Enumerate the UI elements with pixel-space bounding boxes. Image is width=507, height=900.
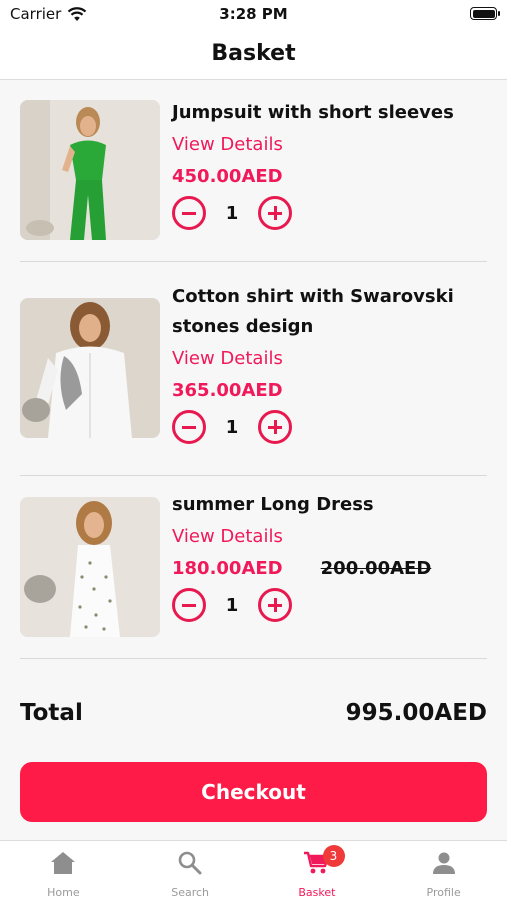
decrease-quantity-button[interactable] xyxy=(172,196,206,230)
increase-quantity-button[interactable] xyxy=(258,196,292,230)
product-image[interactable] xyxy=(20,100,160,240)
product-price: 450.00AED xyxy=(172,166,283,187)
product-info: Cotton shirt with Swarovski stones desig… xyxy=(172,282,487,444)
total-label: Total xyxy=(20,700,83,726)
view-details-link[interactable]: View Details xyxy=(172,522,487,552)
page-title: Basket xyxy=(211,41,296,66)
product-info: summer Long Dress View Details 180.00AED… xyxy=(172,490,487,622)
status-time: 3:28 PM xyxy=(219,5,288,23)
tab-basket[interactable]: 3 Basket xyxy=(254,841,381,900)
basket-item: Cotton shirt with Swarovski stones desig… xyxy=(20,262,487,476)
increase-quantity-button[interactable] xyxy=(258,410,292,444)
total-row: Total 995.00AED xyxy=(20,700,487,726)
increase-quantity-button[interactable] xyxy=(258,588,292,622)
checkout-button[interactable]: Checkout xyxy=(20,762,487,822)
navigation-bar: Basket xyxy=(0,28,507,80)
decrease-quantity-button[interactable] xyxy=(172,410,206,444)
decrease-quantity-button[interactable] xyxy=(172,588,206,622)
price-row: 365.00AED xyxy=(172,376,487,406)
quantity-value: 1 xyxy=(225,416,239,438)
quantity-value: 1 xyxy=(225,594,239,616)
original-price: 200.00AED xyxy=(320,558,432,579)
price-row: 180.00AED 200.00AED xyxy=(172,554,487,584)
battery-icon xyxy=(470,7,500,20)
quantity-stepper: 1 xyxy=(172,410,487,444)
total-value: 995.00AED xyxy=(345,700,487,726)
tab-home[interactable]: Home xyxy=(0,841,127,900)
basket-item: summer Long Dress View Details 180.00AED… xyxy=(20,476,487,659)
product-name-line: stones design xyxy=(172,316,314,337)
tab-label: Profile xyxy=(426,886,461,899)
cart-count-badge: 3 xyxy=(322,845,345,867)
product-name-line: Cotton shirt with Swarovski xyxy=(172,286,454,307)
tab-label: Search xyxy=(171,886,210,899)
view-details-link[interactable]: View Details xyxy=(172,344,487,374)
basket-item: Jumpsuit with short sleeves View Details… xyxy=(20,81,487,262)
product-name: Cotton shirt with Swarovski stones desig… xyxy=(172,282,487,342)
tab-search[interactable]: Search xyxy=(127,841,254,900)
product-info: Jumpsuit with short sleeves View Details… xyxy=(172,98,487,230)
product-price: 365.00AED xyxy=(172,380,283,401)
home-icon xyxy=(51,852,76,874)
tab-bar: Home Search 3 Basket Profile xyxy=(0,840,507,900)
product-name: Jumpsuit with short sleeves xyxy=(172,102,454,123)
search-icon xyxy=(178,851,202,875)
product-image[interactable] xyxy=(20,497,160,637)
tab-profile[interactable]: Profile xyxy=(380,841,507,900)
product-price: 180.00AED xyxy=(172,558,283,579)
view-details-link[interactable]: View Details xyxy=(172,130,487,160)
price-row: 450.00AED xyxy=(172,162,487,192)
status-bar: Carrier 3:28 PM xyxy=(0,0,507,28)
product-name: summer Long Dress xyxy=(172,494,374,515)
quantity-stepper: 1 xyxy=(172,196,487,230)
quantity-value: 1 xyxy=(225,202,239,224)
basket-list: Jumpsuit with short sleeves View Details… xyxy=(0,81,507,659)
person-icon xyxy=(432,852,455,874)
product-image[interactable] xyxy=(20,298,160,438)
quantity-stepper: 1 xyxy=(172,588,487,622)
tab-label: Basket xyxy=(298,886,336,899)
tab-label: Home xyxy=(47,886,80,899)
